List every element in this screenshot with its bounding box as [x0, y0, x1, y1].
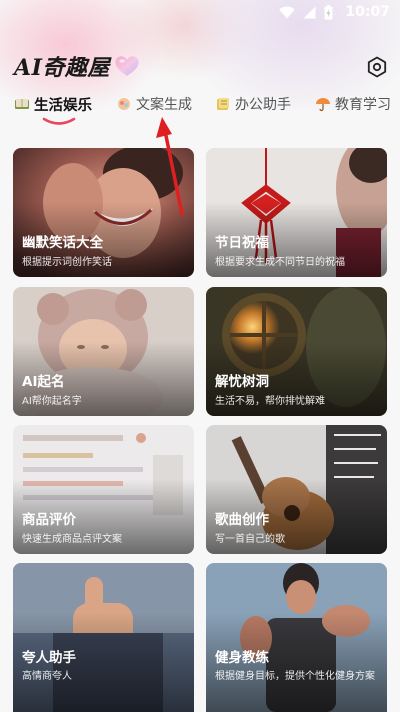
card-subtitle: 快速生成商品点评文案 — [22, 534, 122, 545]
card-subtitle: AI帮你起名字 — [22, 396, 82, 407]
gear-hexagon-icon — [367, 56, 387, 78]
card-subtitle: 高情商夸人 — [22, 671, 72, 682]
card-subtitle: 根据要求生成不同节日的祝福 — [215, 257, 345, 268]
card-song-writing[interactable]: 歌曲创作 写一首自己的歌 — [206, 425, 387, 554]
settings-button[interactable] — [364, 54, 390, 80]
candy-emoji-icon — [118, 98, 130, 110]
card-humor-jokes[interactable]: 幽默笑话大全 根据提示词创作笑话 — [13, 148, 194, 277]
active-tab-indicator — [42, 117, 76, 125]
card-title: 歌曲创作 — [215, 512, 269, 528]
tab-life-entertainment[interactable]: 生活娱乐 — [14, 92, 92, 116]
tab-label: 办公助手 — [235, 97, 291, 113]
card-subtitle: 写一首自己的歌 — [215, 534, 285, 545]
tab-education[interactable]: 教育学习 — [315, 92, 391, 116]
card-tree-hollow[interactable]: 解忧树洞 生活不易，帮你排忧解难 — [206, 287, 387, 416]
card-title: AI起名 — [22, 374, 65, 390]
tab-copywriting[interactable]: 文案生成 — [116, 92, 192, 116]
card-ai-naming[interactable]: AI起名 AI帮你起名字 — [13, 287, 194, 416]
status-bar: 10:07 — [0, 0, 400, 24]
card-fitness-coach[interactable]: 健身教练 根据健身目标，提供个性化健身方案 — [206, 563, 387, 712]
battery-icon — [324, 4, 333, 20]
card-title: 解忧树洞 — [215, 374, 269, 390]
card-compliment-assistant[interactable]: 夸人助手 高情商夸人 — [13, 563, 194, 712]
card-title: 幽默笑话大全 — [22, 235, 103, 251]
tab-office-assistant[interactable]: 办公助手 — [215, 92, 291, 116]
app-title: AI奇趣屋 — [14, 55, 110, 81]
card-title: 健身教练 — [215, 650, 269, 666]
card-subtitle: 生活不易，帮你排忧解难 — [215, 396, 325, 407]
status-time: 10:07 — [345, 4, 390, 20]
card-product-review[interactable]: 商品评价 快速生成商品点评文案 — [13, 425, 194, 554]
heart-logo-icon — [115, 56, 139, 76]
card-subtitle: 根据健身目标，提供个性化健身方案 — [215, 671, 375, 682]
signal-icon — [303, 6, 316, 18]
card-title: 商品评价 — [22, 512, 76, 528]
card-title: 夸人助手 — [22, 650, 76, 666]
umbrella-emoji-icon — [316, 98, 330, 112]
tab-label: 文案生成 — [136, 97, 192, 113]
tab-label: 生活娱乐 — [34, 97, 92, 114]
card-subtitle: 根据提示词创作笑话 — [22, 257, 112, 268]
tab-label: 教育学习 — [335, 97, 391, 113]
wifi-icon — [279, 5, 296, 18]
card-holiday-wishes[interactable]: 节日祝福 根据要求生成不同节日的祝福 — [206, 148, 387, 277]
app-header: AI奇趣屋 — [0, 46, 400, 86]
scroll-emoji-icon — [217, 98, 229, 110]
book-emoji-icon — [15, 99, 29, 109]
card-title: 节日祝福 — [215, 235, 269, 251]
